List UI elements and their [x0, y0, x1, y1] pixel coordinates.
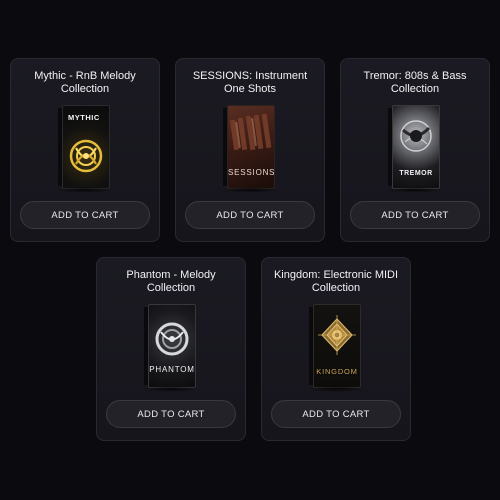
add-to-cart-button[interactable]: ADD TO CART [271, 400, 401, 428]
box-label: SESSIONS [228, 168, 275, 177]
add-to-cart-button[interactable]: ADD TO CART [185, 201, 315, 229]
product-card-tremor: Tremor: 808s & Bass Collection TREMOR AD… [340, 58, 490, 242]
product-title[interactable]: Mythic - RnB Melody Collection [11, 70, 159, 96]
product-title[interactable]: Phantom - Melody Collection [97, 269, 245, 295]
box-label: TREMOR [399, 170, 433, 177]
add-to-cart-button[interactable]: ADD TO CART [20, 201, 150, 229]
add-to-cart-button[interactable]: ADD TO CART [106, 400, 236, 428]
mythic-emblem-icon [69, 139, 103, 173]
product-card-mythic: Mythic - RnB Melody Collection MYTHIC AD… [10, 58, 160, 242]
box-label: PHANTOM [149, 365, 195, 374]
product-card-kingdom: Kingdom: Electronic MIDI Collection KING… [261, 257, 411, 441]
product-image-sessions[interactable]: SESSIONS [217, 103, 283, 193]
phantom-ring-icon [155, 322, 189, 356]
product-title[interactable]: Tremor: 808s & Bass Collection [341, 70, 489, 96]
product-image-mythic[interactable]: MYTHIC [52, 103, 118, 193]
product-title[interactable]: SESSIONS: Instrument One Shots [176, 70, 324, 96]
product-image-kingdom[interactable]: KINGDOM [303, 302, 369, 392]
add-to-cart-button[interactable]: ADD TO CART [350, 201, 480, 229]
product-image-tremor[interactable]: TREMOR [382, 103, 448, 193]
product-title[interactable]: Kingdom: Electronic MIDI Collection [262, 269, 410, 295]
box-label: KINGDOM [316, 367, 358, 376]
product-card-sessions: SESSIONS: Instrument One Shots SESSIONS [175, 58, 325, 242]
product-image-phantom[interactable]: PHANTOM [138, 302, 204, 392]
product-card-phantom: Phantom - Melody Collection PHANTOM ADD … [96, 257, 246, 441]
